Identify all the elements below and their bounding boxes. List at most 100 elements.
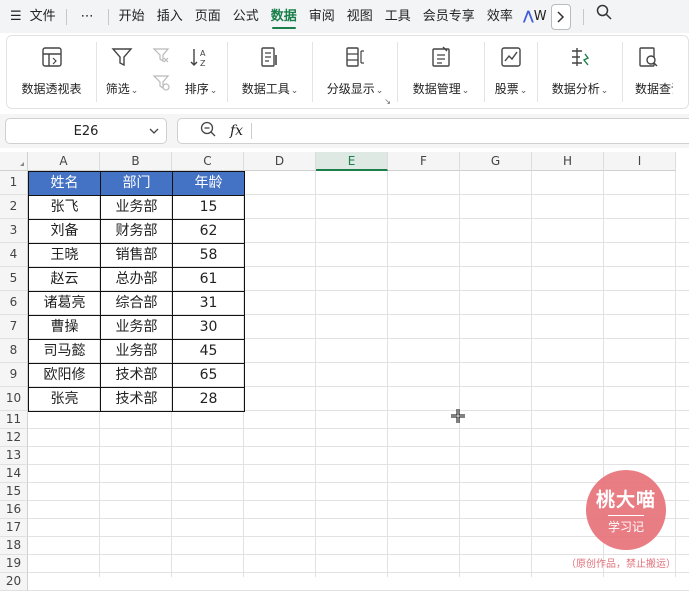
tab-insert[interactable]: 插入: [151, 0, 189, 33]
row-header-18[interactable]: 18: [0, 537, 28, 555]
row-header-9[interactable]: 9: [0, 363, 28, 387]
row-header-8[interactable]: 8: [0, 339, 28, 363]
row-header-14[interactable]: 14: [0, 465, 28, 483]
filter-button[interactable]: 筛选⌄: [97, 36, 147, 108]
table-header-cell[interactable]: 年龄: [172, 171, 245, 196]
chevron-down-icon[interactable]: [148, 124, 160, 138]
table-cell[interactable]: 综合部: [100, 291, 173, 316]
row-header-19[interactable]: 19: [0, 555, 28, 573]
row-header-11[interactable]: 11: [0, 411, 28, 429]
table-cell[interactable]: 62: [172, 219, 245, 244]
table-cell[interactable]: 王晓: [28, 243, 101, 268]
row-header-13[interactable]: 13: [0, 447, 28, 465]
clear-filter-icon[interactable]: [152, 46, 170, 67]
column-header-g[interactable]: G: [460, 152, 532, 171]
table-cell[interactable]: 技术部: [100, 363, 173, 388]
tab-page[interactable]: 页面: [189, 0, 227, 33]
table-cell[interactable]: 曹操: [28, 315, 101, 340]
table-cell[interactable]: 61: [172, 267, 245, 292]
table-cell[interactable]: 张亮: [28, 387, 101, 412]
select-all-corner[interactable]: [0, 152, 28, 171]
menu-file[interactable]: 文件: [24, 0, 62, 33]
row-header-12[interactable]: 12: [0, 429, 28, 447]
gridline: [28, 536, 689, 537]
data-query-button[interactable]: 数据查询: [623, 36, 673, 108]
tab-review[interactable]: 审阅: [303, 0, 341, 33]
row-header-10[interactable]: 10: [0, 387, 28, 411]
pivot-table-button[interactable]: 数据透视表: [7, 36, 96, 108]
row-header-6[interactable]: 6: [0, 291, 28, 315]
table-cell[interactable]: 31: [172, 291, 245, 316]
stock-button[interactable]: 股票⌄: [485, 36, 537, 108]
column-header-e[interactable]: E: [316, 152, 388, 171]
column-header-h[interactable]: H: [532, 152, 604, 171]
row-header-5[interactable]: 5: [0, 267, 28, 291]
table-cell[interactable]: 65: [172, 363, 245, 388]
table-cell[interactable]: 诸葛亮: [28, 291, 101, 316]
tab-wps-ai[interactable]: ⋀W: [519, 0, 549, 33]
table-header-cell[interactable]: 部门: [100, 171, 173, 196]
data-tools-button[interactable]: 数据工具⌄: [228, 36, 312, 108]
table-cell[interactable]: 张飞: [28, 195, 101, 220]
column-header-i[interactable]: I: [604, 152, 676, 171]
gridline: [387, 171, 388, 577]
table-cell[interactable]: 赵云: [28, 267, 101, 292]
reapply-filter-icon[interactable]: [152, 73, 170, 94]
table-cell[interactable]: 欧阳修: [28, 363, 101, 388]
row-header-15[interactable]: 15: [0, 483, 28, 501]
table-cell[interactable]: 业务部: [100, 339, 173, 364]
column-header-d[interactable]: D: [244, 152, 316, 171]
row-header-1[interactable]: 1: [0, 171, 28, 195]
outline-button[interactable]: 分级显示⌄ ↘: [313, 36, 397, 108]
column-header-c[interactable]: C: [172, 152, 244, 171]
formula-input-area[interactable]: fx: [177, 118, 689, 144]
name-box[interactable]: E26: [5, 118, 167, 144]
row-header-17[interactable]: 17: [0, 519, 28, 537]
chevron-down-icon: ⌄: [290, 86, 299, 96]
tab-tools[interactable]: 工具: [379, 0, 417, 33]
chevron-down-icon: ⌄: [519, 86, 528, 96]
sort-button[interactable]: AZ 排序⌄: [175, 36, 227, 108]
tab-formula[interactable]: 公式: [227, 0, 265, 33]
table-cell[interactable]: 业务部: [100, 195, 173, 220]
menu-more[interactable]: ⋯: [71, 0, 104, 33]
tab-view[interactable]: 视图: [341, 0, 379, 33]
table-cell[interactable]: 技术部: [100, 387, 173, 412]
table-cell[interactable]: 财务部: [100, 219, 173, 244]
filter-extra-buttons[interactable]: [147, 36, 175, 108]
table-cell[interactable]: 28: [172, 387, 245, 412]
row-header-3[interactable]: 3: [0, 219, 28, 243]
row-header-4[interactable]: 4: [0, 243, 28, 267]
tab-home[interactable]: 开始: [113, 0, 151, 33]
tab-data[interactable]: 数据: [265, 0, 303, 33]
fx-button[interactable]: fx: [230, 123, 243, 139]
row-header-16[interactable]: 16: [0, 501, 28, 519]
tab-member[interactable]: 会员专享: [417, 0, 481, 33]
column-header-f[interactable]: F: [388, 152, 460, 171]
table-cell[interactable]: 30: [172, 315, 245, 340]
data-management-button[interactable]: 数据管理⌄: [398, 36, 484, 108]
table-cell[interactable]: 业务部: [100, 315, 173, 340]
table-header-cell[interactable]: 姓名: [28, 171, 101, 196]
tab-efficiency[interactable]: 效率: [481, 0, 519, 33]
row-header-7[interactable]: 7: [0, 315, 28, 339]
zoom-formula-icon[interactable]: [200, 121, 216, 141]
gridline: [531, 171, 532, 577]
watermark-subtitle: 学习记: [607, 515, 644, 535]
data-analysis-button[interactable]: 数据分析⌄: [538, 36, 622, 108]
column-header-b[interactable]: B: [100, 152, 172, 171]
table-cell[interactable]: 总办部: [100, 267, 173, 292]
menu-scroll-right-button[interactable]: [550, 3, 571, 30]
row-header-2[interactable]: 2: [0, 195, 28, 219]
table-cell[interactable]: 销售部: [100, 243, 173, 268]
column-header-a[interactable]: A: [28, 152, 100, 171]
table-cell[interactable]: 45: [172, 339, 245, 364]
dialog-launcher-icon[interactable]: ↘: [384, 97, 391, 106]
row-header-20[interactable]: 20: [0, 573, 28, 591]
menu-icon[interactable]: ☰: [0, 0, 24, 33]
table-cell[interactable]: 58: [172, 243, 245, 268]
search-button[interactable]: [588, 0, 618, 33]
table-cell[interactable]: 15: [172, 195, 245, 220]
table-cell[interactable]: 司马懿: [28, 339, 101, 364]
table-cell[interactable]: 刘备: [28, 219, 101, 244]
